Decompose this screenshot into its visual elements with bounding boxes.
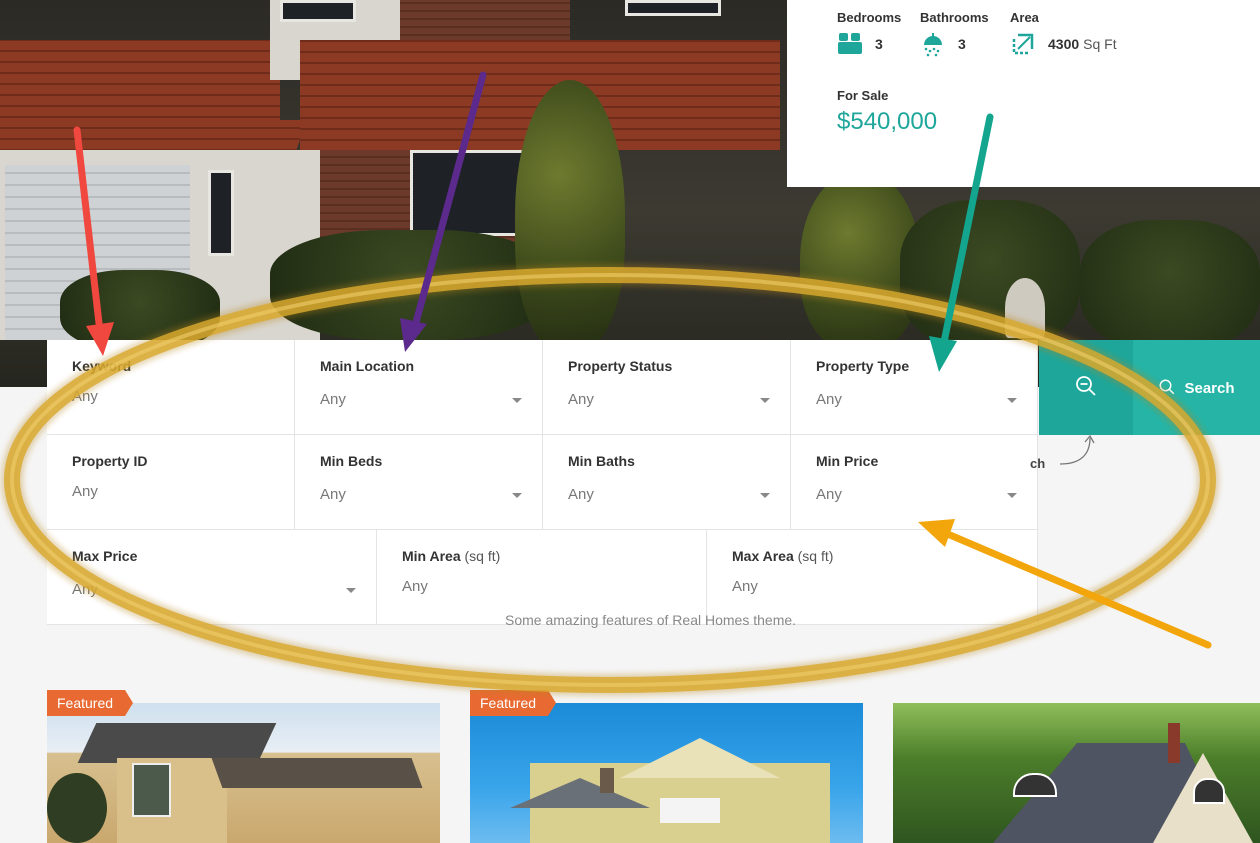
- zoom-out-icon: [1076, 376, 1096, 396]
- select-value: Any: [568, 486, 594, 503]
- spec-value: 4300: [1048, 36, 1080, 52]
- max-area-input[interactable]: Any: [732, 578, 758, 595]
- property-info-card: Bedrooms 3 Bathrooms 3 Area 4300 Sq Ft F…: [787, 0, 1260, 187]
- min-price-select[interactable]: Min Price Any: [791, 435, 1038, 530]
- caret-down-icon: [760, 398, 770, 403]
- property-status-label: For Sale: [837, 88, 889, 103]
- spec-label: Area: [1010, 10, 1039, 25]
- keyword-field[interactable]: Keyword Any: [47, 340, 295, 435]
- caret-down-icon: [512, 398, 522, 403]
- bed-icon: [838, 33, 862, 54]
- curved-arrow-icon: [1059, 434, 1095, 465]
- field-label-main: Min Area: [402, 548, 461, 564]
- field-label: Property ID: [72, 453, 148, 469]
- select-value: Any: [816, 486, 842, 503]
- spec-label: Bathrooms: [920, 10, 989, 25]
- caret-down-icon: [512, 493, 522, 498]
- spec-value: 3: [958, 36, 966, 52]
- field-label: Max Price: [72, 548, 138, 564]
- listing-image[interactable]: [47, 703, 440, 843]
- main-location-select[interactable]: Main Location Any: [295, 340, 543, 435]
- min-beds-select[interactable]: Min Beds Any: [295, 435, 543, 530]
- property-type-select[interactable]: Property Type Any: [791, 340, 1038, 435]
- featured-badge: Featured: [47, 690, 134, 716]
- field-label-main: Max Area: [732, 548, 794, 564]
- advanced-search-hint: ch: [1030, 456, 1046, 471]
- property-status-select[interactable]: Property Status Any: [543, 340, 791, 435]
- advanced-search-toggle-button[interactable]: [1039, 340, 1133, 435]
- spec-value: 3: [875, 36, 883, 52]
- select-value: Any: [568, 391, 594, 408]
- field-label: Property Type: [816, 358, 910, 374]
- field-label: Min Beds: [320, 453, 383, 469]
- caret-down-icon: [1007, 493, 1017, 498]
- field-label: Max Area (sq ft): [732, 548, 833, 564]
- spec-unit: Sq Ft: [1083, 36, 1117, 52]
- features-subtitle: Some amazing features of Real Homes them…: [505, 612, 797, 628]
- spec-bathrooms: Bathrooms 3: [920, 10, 989, 57]
- keyword-input[interactable]: Any: [72, 388, 98, 405]
- listing-image[interactable]: [893, 703, 1260, 843]
- field-label: Keyword: [72, 358, 132, 374]
- max-price-select[interactable]: Max Price Any: [47, 530, 377, 625]
- spec-area: Area 4300 Sq Ft: [1010, 10, 1117, 57]
- search-button[interactable]: Search: [1133, 340, 1260, 435]
- select-value: Any: [320, 486, 346, 503]
- field-label-unit: (sq ft): [797, 548, 834, 564]
- field-label: Min Baths: [568, 453, 635, 469]
- select-value: Any: [72, 581, 98, 598]
- caret-down-icon: [346, 588, 356, 593]
- max-area-field[interactable]: Max Area (sq ft) Any: [707, 530, 1038, 625]
- field-label: Property Status: [568, 358, 673, 374]
- select-value: Any: [816, 391, 842, 408]
- property-id-field[interactable]: Property ID Any: [47, 435, 295, 530]
- featured-badge: Featured: [470, 690, 557, 716]
- spec-label: Bedrooms: [837, 10, 902, 25]
- min-area-input[interactable]: Any: [402, 578, 428, 595]
- field-label: Min Price: [816, 453, 879, 469]
- property-id-input[interactable]: Any: [72, 483, 98, 500]
- property-search-form: Keyword Any Main Location Any Property S…: [47, 340, 1038, 625]
- field-label-unit: (sq ft): [464, 548, 501, 564]
- search-icon: [1159, 379, 1175, 395]
- search-button-label: Search: [1184, 380, 1235, 397]
- field-label: Min Area (sq ft): [402, 548, 500, 564]
- caret-down-icon: [1007, 398, 1017, 403]
- select-value: Any: [320, 391, 346, 408]
- min-baths-select[interactable]: Min Baths Any: [543, 435, 791, 530]
- caret-down-icon: [760, 493, 770, 498]
- property-price: $540,000: [837, 108, 938, 135]
- listing-image[interactable]: [470, 703, 863, 843]
- min-area-field[interactable]: Min Area (sq ft) Any: [377, 530, 707, 625]
- shower-icon: [924, 33, 942, 57]
- area-icon: [1012, 33, 1034, 55]
- spec-bedrooms: Bedrooms 3: [837, 10, 901, 57]
- field-label: Main Location: [320, 358, 415, 374]
